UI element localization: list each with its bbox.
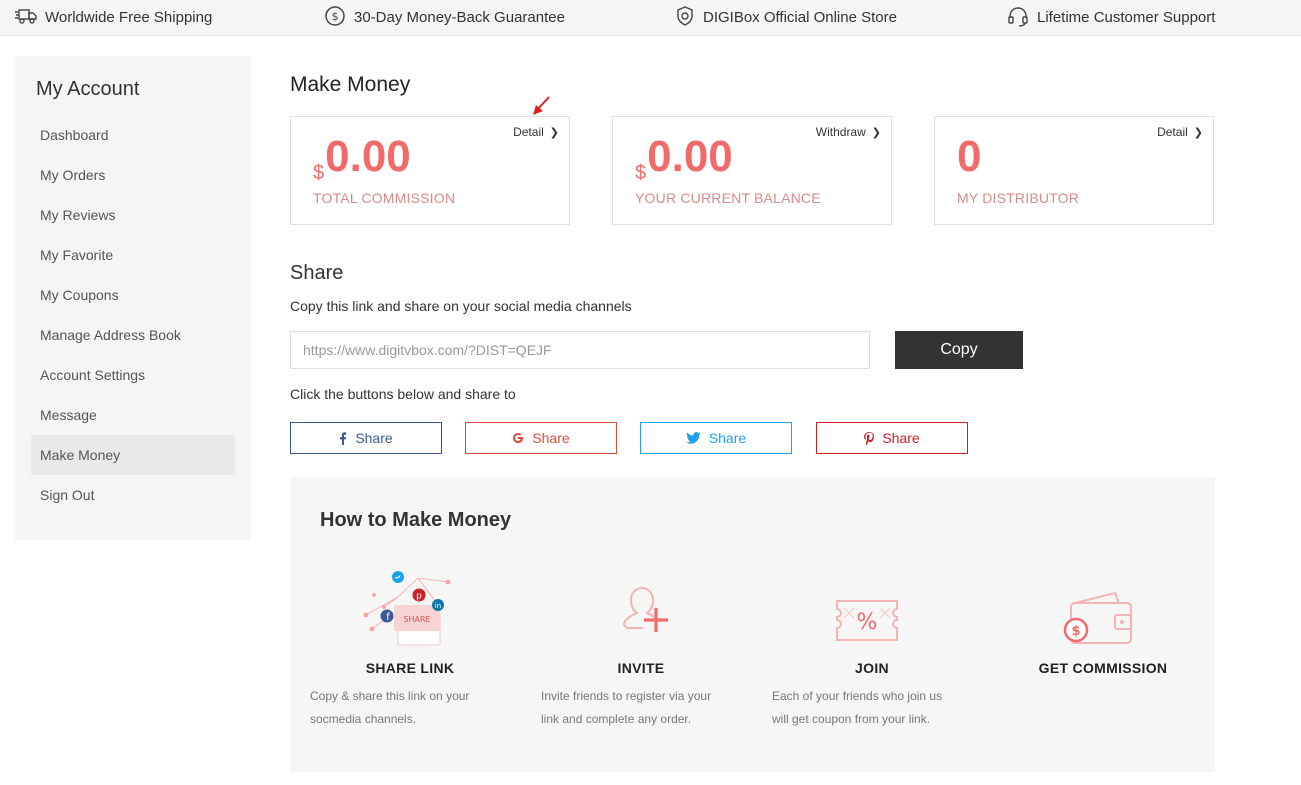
share-label: Share (355, 430, 393, 446)
sidebar-item-my-orders[interactable]: My Orders (31, 155, 235, 195)
top-info-bar: Worldwide Free Shipping $ 30-Day Money-B… (0, 0, 1301, 36)
page-title: Make Money (290, 73, 411, 96)
balance-value: $0.00 (635, 135, 733, 195)
sidebar-item-my-reviews[interactable]: My Reviews (31, 195, 235, 235)
sidebar-item-make-money[interactable]: Make Money (31, 435, 235, 475)
topbar-label: DIGIBox Official Online Store (703, 9, 897, 26)
topbar-item-shipping: Worldwide Free Shipping (15, 0, 212, 35)
svg-text:f: f (386, 612, 390, 623)
sidebar-item-account-settings[interactable]: Account Settings (31, 355, 235, 395)
pinterest-icon (864, 431, 875, 445)
currency-symbol: $ (635, 162, 647, 184)
link-label: Detail (1157, 125, 1188, 139)
sidebar-item-message[interactable]: Message (31, 395, 235, 435)
headset-icon (1007, 5, 1037, 31)
invite-user-icon (541, 567, 741, 657)
step-description: Invite friends to register via your link… (541, 689, 712, 726)
step-description: Each of your friends who join us will ge… (772, 689, 943, 726)
svg-text:p: p (416, 592, 422, 602)
share-description: Copy this link and share on your social … (290, 298, 632, 314)
wallet-icon: $ (1003, 567, 1203, 657)
pinterest-share-button[interactable]: Share (816, 422, 968, 454)
account-sidebar: My Account Dashboard My Orders My Review… (15, 56, 251, 540)
facebook-share-button[interactable]: Share (290, 422, 442, 454)
topbar-label: 30-Day Money-Back Guarantee (354, 9, 565, 26)
step-title: SHARE LINK (365, 660, 455, 676)
share-label: Share (882, 430, 920, 446)
step-description: Copy & share this link on your socmedia … (310, 689, 470, 726)
amount: 0.00 (647, 132, 733, 181)
sidebar-item-my-favorite[interactable]: My Favorite (31, 235, 235, 275)
svg-text:in: in (435, 602, 441, 610)
coupon-icon: % (772, 567, 972, 657)
share-label: Share (708, 430, 747, 446)
card-label: TOTAL COMMISSION (313, 190, 456, 206)
share-title: Share (290, 262, 344, 284)
topbar-label: Worldwide Free Shipping (45, 9, 213, 26)
howto-title: How to Make Money (320, 509, 512, 531)
share-label: Share (532, 430, 570, 446)
chevron-right-icon: ❯ (1193, 126, 1203, 139)
detail-link[interactable]: Detail ❯ (1157, 125, 1203, 139)
topbar-item-support: Lifetime Customer Support (1007, 0, 1215, 35)
topbar-label: Lifetime Customer Support (1037, 9, 1216, 26)
card-label: MY DISTRIBUTOR (957, 190, 1080, 206)
sidebar-item-my-coupons[interactable]: My Coupons (31, 275, 235, 315)
card-label: YOUR CURRENT BALANCE (635, 190, 821, 206)
step-title: GET COMMISSION (1038, 660, 1168, 676)
svg-text:$: $ (1071, 624, 1080, 639)
commission-value: $0.00 (313, 135, 411, 195)
money-back-icon: $ (324, 5, 354, 31)
amount: 0 (957, 132, 982, 181)
link-label: Withdraw (815, 125, 866, 139)
withdraw-link[interactable]: Withdraw ❯ (816, 125, 881, 139)
shield-icon (675, 5, 703, 31)
sidebar-title: My Account (36, 78, 140, 100)
chevron-right-icon: ❯ (871, 126, 881, 139)
step-title: JOIN (855, 660, 889, 676)
svg-text:$: $ (332, 10, 339, 23)
total-commission-card: Detail ❯ $0.00 TOTAL COMMISSION (290, 116, 570, 225)
topbar-item-official: DIGIBox Official Online Store (675, 0, 897, 35)
share-link-illustration-icon: SHARE p in f (310, 567, 510, 657)
link-label: Detail (513, 125, 544, 139)
detail-link[interactable]: Detail ❯ (513, 125, 559, 139)
amount: 0.00 (325, 132, 411, 181)
sidebar-item-dashboard[interactable]: Dashboard (31, 115, 235, 155)
chevron-right-icon: ❯ (549, 126, 559, 139)
distributor-card: Detail ❯ 0 MY DISTRIBUTOR (934, 116, 1214, 225)
sidebar-item-sign-out[interactable]: Sign Out (31, 475, 235, 515)
copy-button[interactable]: Copy (895, 331, 1023, 369)
twitter-icon (686, 432, 701, 444)
sidebar-item-address-book[interactable]: Manage Address Book (31, 315, 235, 355)
google-share-button[interactable]: Share (465, 422, 617, 454)
truck-icon (15, 6, 45, 30)
how-to-make-money-panel: How to Make Money SHARE p in f SHARE LIN… (290, 477, 1215, 772)
current-balance-card: Withdraw ❯ $0.00 YOUR CURRENT BALANCE (612, 116, 892, 225)
svg-text:%: % (857, 610, 878, 635)
topbar-item-guarantee: $ 30-Day Money-Back Guarantee (324, 0, 565, 35)
google-icon (512, 432, 524, 444)
currency-symbol: $ (313, 162, 325, 184)
share-badge-text: SHARE (403, 615, 430, 624)
step-title: INVITE (617, 660, 665, 676)
share-link-input[interactable] (290, 331, 870, 369)
share-to-text: Click the buttons below and share to (290, 386, 516, 402)
twitter-share-button[interactable]: Share (640, 422, 792, 454)
distributor-value: 0 (957, 135, 981, 179)
facebook-icon (339, 431, 347, 445)
